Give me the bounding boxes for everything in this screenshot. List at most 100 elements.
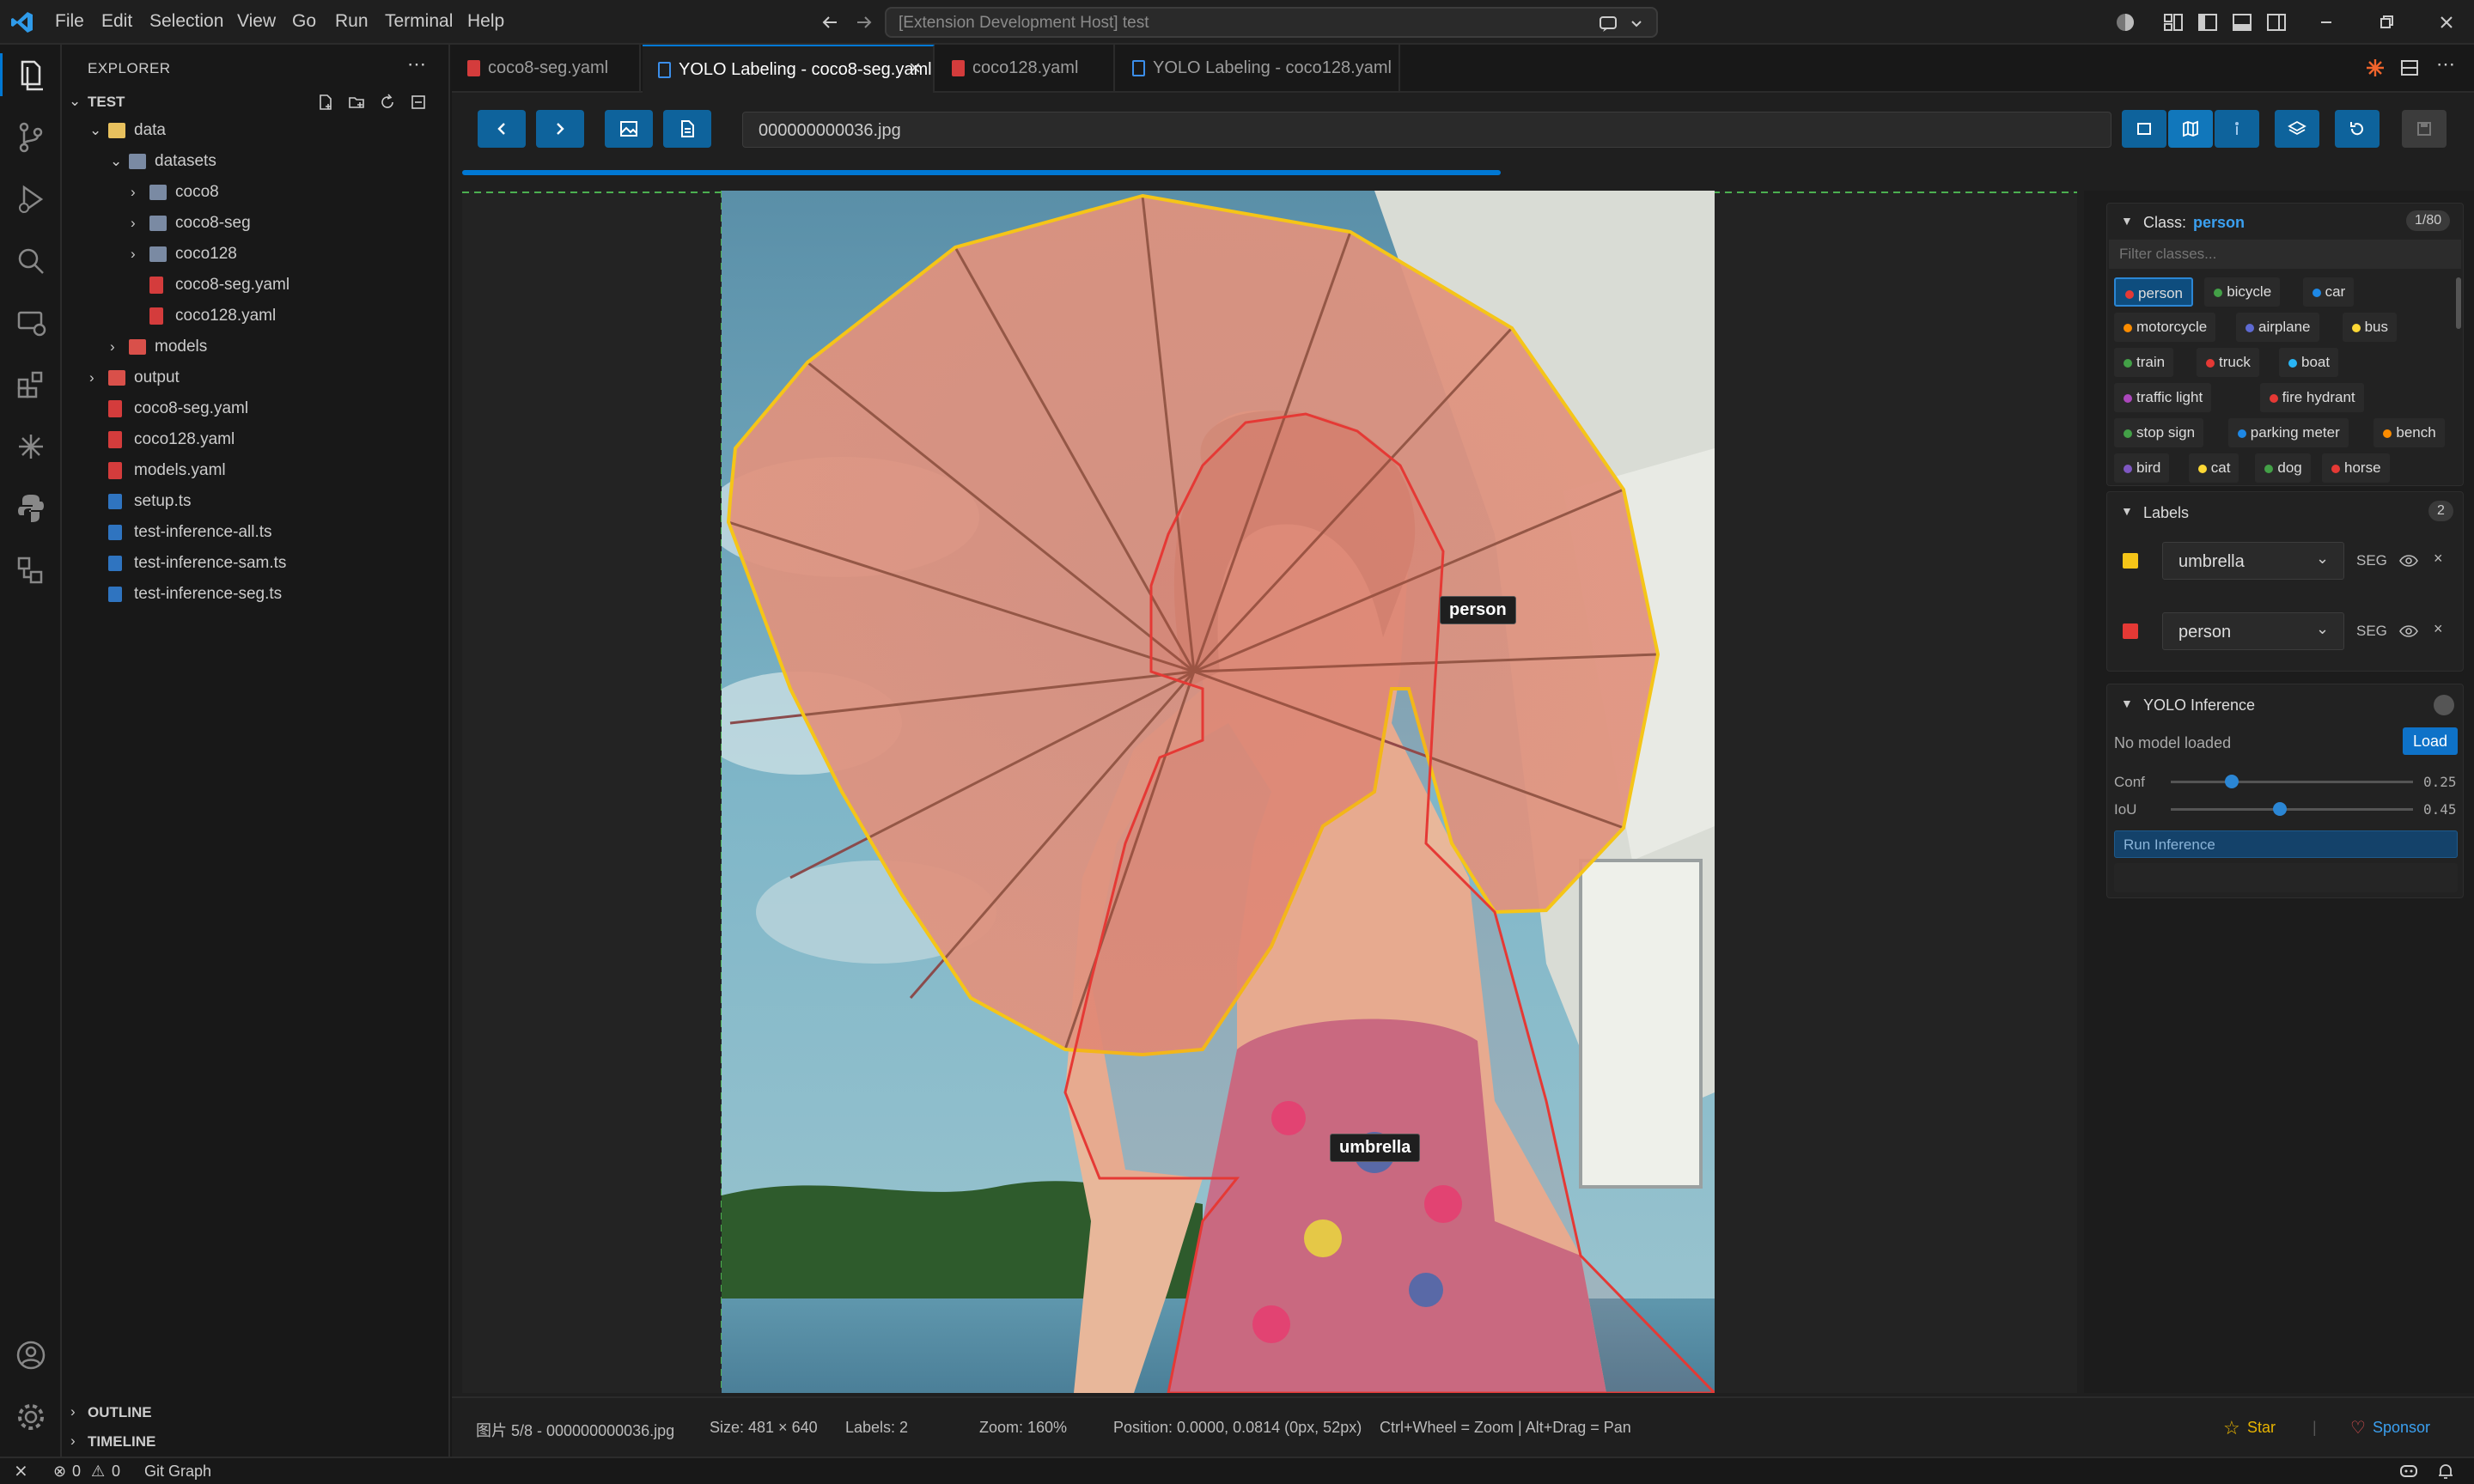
layers-button[interactable] — [2275, 110, 2319, 148]
reset-button[interactable] — [2335, 110, 2380, 148]
next-image-button[interactable] — [536, 110, 584, 148]
collapse-circle-icon[interactable] — [2434, 695, 2454, 715]
label-class-select[interactable]: umbrella ⌄ — [2162, 542, 2344, 580]
chevron-down-icon[interactable] — [1629, 15, 1644, 31]
class-chip[interactable]: bird — [2114, 453, 2170, 483]
conf-slider-thumb[interactable] — [2224, 775, 2239, 788]
tree-item[interactable]: models.yaml — [62, 457, 448, 485]
class-list-scrollbar[interactable] — [2456, 277, 2461, 329]
class-chip[interactable]: bus — [2342, 313, 2398, 342]
pose-mode-button[interactable] — [2215, 110, 2259, 148]
extensions-icon[interactable] — [12, 366, 50, 404]
iou-slider-thumb[interactable] — [2272, 802, 2287, 816]
eye-icon[interactable] — [2399, 623, 2418, 639]
class-chip[interactable]: parking meter — [2227, 418, 2349, 447]
tree-item[interactable]: › models — [62, 333, 448, 362]
menu-go[interactable]: Go — [292, 11, 316, 32]
tree-item[interactable]: coco8-seg.yaml — [62, 271, 448, 300]
split-editor-icon[interactable] — [2398, 57, 2421, 79]
class-chip[interactable]: dog — [2255, 453, 2311, 483]
tree-item[interactable]: › output — [62, 364, 448, 392]
delete-label-icon[interactable]: × — [2434, 620, 2443, 638]
run-debug-icon[interactable] — [12, 180, 50, 218]
explorer-icon[interactable] — [12, 57, 50, 94]
tab-yolo-labeling-coco8-seg[interactable]: YOLO Labeling - coco8-seg.yaml × — [643, 45, 935, 93]
class-chip[interactable]: cat — [2188, 453, 2239, 483]
customize-layout-icon[interactable] — [2161, 10, 2185, 34]
workspace-root[interactable]: ⌄ TEST — [62, 88, 448, 116]
back-arrow-icon[interactable] — [818, 10, 842, 34]
collapse-triangle-icon[interactable]: ▼ — [2121, 214, 2133, 228]
toggle-secondary-sidebar-icon[interactable] — [2264, 10, 2288, 34]
class-chip[interactable]: fire hydrant — [2259, 383, 2364, 412]
menu-edit[interactable]: Edit — [101, 11, 132, 32]
class-chip[interactable]: boat — [2279, 348, 2339, 377]
more-actions-icon[interactable]: ⋯ — [407, 53, 426, 76]
tree-item[interactable]: ⌄ datasets — [62, 148, 448, 176]
tree-item[interactable]: ⌄ data — [62, 117, 448, 145]
remote-indicator-icon[interactable]: ⨯ — [14, 1460, 28, 1481]
class-chip[interactable]: traffic light — [2114, 383, 2212, 412]
forward-arrow-icon[interactable] — [852, 10, 876, 34]
new-file-icon[interactable] — [316, 93, 335, 112]
menu-selection[interactable]: Selection — [149, 11, 223, 32]
collapse-all-icon[interactable] — [409, 93, 428, 112]
ultralytics-sparkle-icon[interactable] — [2364, 57, 2386, 79]
tree-item[interactable]: test-inference-all.ts — [62, 519, 448, 547]
tree-item[interactable]: coco128.yaml — [62, 302, 448, 331]
class-chip[interactable]: motorcycle — [2114, 313, 2216, 342]
load-model-button[interactable]: Load — [2403, 727, 2458, 755]
tree-item[interactable]: › coco8 — [62, 179, 448, 207]
class-chip[interactable]: person — [2114, 277, 2193, 307]
tree-item[interactable]: coco8-seg.yaml — [62, 395, 448, 423]
close-window-icon[interactable] — [2434, 10, 2459, 34]
remote-explorer-icon[interactable] — [12, 304, 50, 342]
open-image-button[interactable] — [605, 110, 653, 148]
python-icon[interactable] — [12, 490, 50, 527]
tab-coco128-yaml[interactable]: coco128.yaml — [936, 45, 1115, 93]
git-graph-status[interactable]: Git Graph — [144, 1463, 211, 1481]
tree-item[interactable]: test-inference-sam.ts — [62, 550, 448, 578]
collapse-triangle-icon[interactable]: ▼ — [2121, 504, 2133, 518]
label-row-umbrella[interactable]: umbrella ⌄ SEG × — [2123, 542, 2466, 580]
label-row-person[interactable]: person ⌄ SEG × — [2123, 612, 2466, 650]
class-chip[interactable]: train — [2114, 348, 2174, 377]
accounts-icon[interactable] — [12, 1336, 50, 1374]
tree-item[interactable]: › coco8-seg — [62, 210, 448, 238]
tree-item[interactable]: setup.ts — [62, 488, 448, 516]
collapse-triangle-icon[interactable]: ▼ — [2121, 696, 2133, 710]
settings-gear-icon[interactable] — [12, 1398, 50, 1436]
new-folder-icon[interactable] — [347, 93, 366, 112]
minimize-icon[interactable] — [2314, 10, 2338, 34]
menu-help[interactable]: Help — [467, 11, 504, 32]
conf-slider-track[interactable] — [2171, 775, 2413, 788]
tab-yolo-labeling-coco128[interactable]: YOLO Labeling - coco128.yaml — [1117, 45, 1400, 93]
source-control-icon[interactable] — [12, 119, 50, 156]
menu-file[interactable]: File — [55, 11, 84, 32]
save-button[interactable] — [2402, 110, 2447, 148]
class-filter-input[interactable] — [2109, 240, 2461, 269]
toggle-sidebar-icon[interactable] — [2196, 10, 2220, 34]
tree-item[interactable]: coco128.yaml — [62, 426, 448, 454]
eye-icon[interactable] — [2399, 553, 2418, 569]
ultralytics-icon[interactable] — [12, 428, 50, 465]
restore-icon[interactable] — [2374, 10, 2398, 34]
polygon-mode-button[interactable] — [2168, 110, 2213, 148]
class-chip[interactable]: horse — [2322, 453, 2390, 483]
class-chip[interactable]: stop sign — [2114, 418, 2204, 447]
tree-item[interactable]: test-inference-seg.ts — [62, 581, 448, 609]
refresh-icon[interactable] — [378, 93, 397, 112]
open-labels-button[interactable] — [663, 110, 711, 148]
class-chip[interactable]: airplane — [2236, 313, 2319, 342]
notifications-bell-icon[interactable] — [2436, 1462, 2455, 1481]
accounts-shield-icon[interactable] — [2113, 10, 2137, 34]
outline-section[interactable]: › OUTLINE — [62, 1398, 448, 1426]
toggle-panel-icon[interactable] — [2230, 10, 2254, 34]
label-class-select[interactable]: person ⌄ — [2162, 612, 2344, 650]
timeline-section[interactable]: › TIMELINE — [62, 1427, 448, 1456]
class-chip[interactable]: bench — [2373, 418, 2445, 447]
search-icon[interactable] — [12, 242, 50, 280]
menu-terminal[interactable]: Terminal — [385, 11, 453, 32]
delete-label-icon[interactable]: × — [2434, 550, 2443, 568]
iou-slider-track[interactable] — [2171, 802, 2413, 816]
